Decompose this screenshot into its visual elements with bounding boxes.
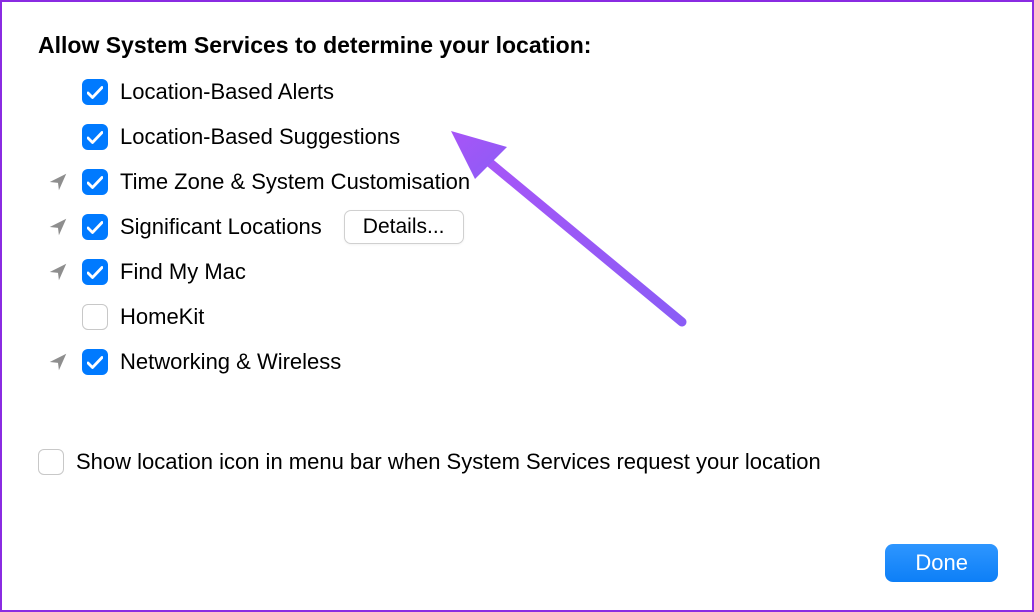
done-button[interactable]: Done <box>885 544 998 582</box>
location-arrow-slot <box>46 80 70 104</box>
checkmark-icon <box>87 266 103 279</box>
services-list: Location-Based Alerts Location-Based Sug… <box>46 77 996 377</box>
details-button[interactable]: Details... <box>344 210 464 244</box>
checkmark-icon <box>87 131 103 144</box>
checkmark-icon <box>87 221 103 234</box>
list-item: HomeKit <box>46 302 996 332</box>
checkbox-find-my-mac[interactable] <box>82 259 108 285</box>
item-label: Location-Based Alerts <box>120 79 334 105</box>
list-item: Location-Based Suggestions <box>46 122 996 152</box>
item-label: Find My Mac <box>120 259 246 285</box>
list-item: Time Zone & System Customisation <box>46 167 996 197</box>
item-label: Location-Based Suggestions <box>120 124 400 150</box>
list-item: Location-Based Alerts <box>46 77 996 107</box>
location-arrow-icon <box>46 350 70 374</box>
page-heading: Allow System Services to determine your … <box>38 32 996 59</box>
checkbox-significant-locations[interactable] <box>82 214 108 240</box>
list-item: Find My Mac <box>46 257 996 287</box>
show-location-row: Show location icon in menu bar when Syst… <box>38 449 996 475</box>
checkbox-location-based-suggestions[interactable] <box>82 124 108 150</box>
checkmark-icon <box>87 86 103 99</box>
list-item: Significant Locations Details... <box>46 212 996 242</box>
location-arrow-icon <box>46 215 70 239</box>
list-item: Networking & Wireless <box>46 347 996 377</box>
checkbox-location-based-alerts[interactable] <box>82 79 108 105</box>
location-arrow-icon <box>46 260 70 284</box>
item-label: Significant Locations <box>120 214 322 240</box>
checkbox-show-location-icon[interactable] <box>38 449 64 475</box>
checkbox-networking-wireless[interactable] <box>82 349 108 375</box>
location-arrow-slot <box>46 125 70 149</box>
show-location-label: Show location icon in menu bar when Syst… <box>76 449 821 475</box>
item-label: Networking & Wireless <box>120 349 341 375</box>
item-label: HomeKit <box>120 304 204 330</box>
checkmark-icon <box>87 356 103 369</box>
location-arrow-slot <box>46 305 70 329</box>
checkbox-homekit[interactable] <box>82 304 108 330</box>
item-label: Time Zone & System Customisation <box>120 169 470 195</box>
checkmark-icon <box>87 176 103 189</box>
location-arrow-icon <box>46 170 70 194</box>
checkbox-time-zone[interactable] <box>82 169 108 195</box>
